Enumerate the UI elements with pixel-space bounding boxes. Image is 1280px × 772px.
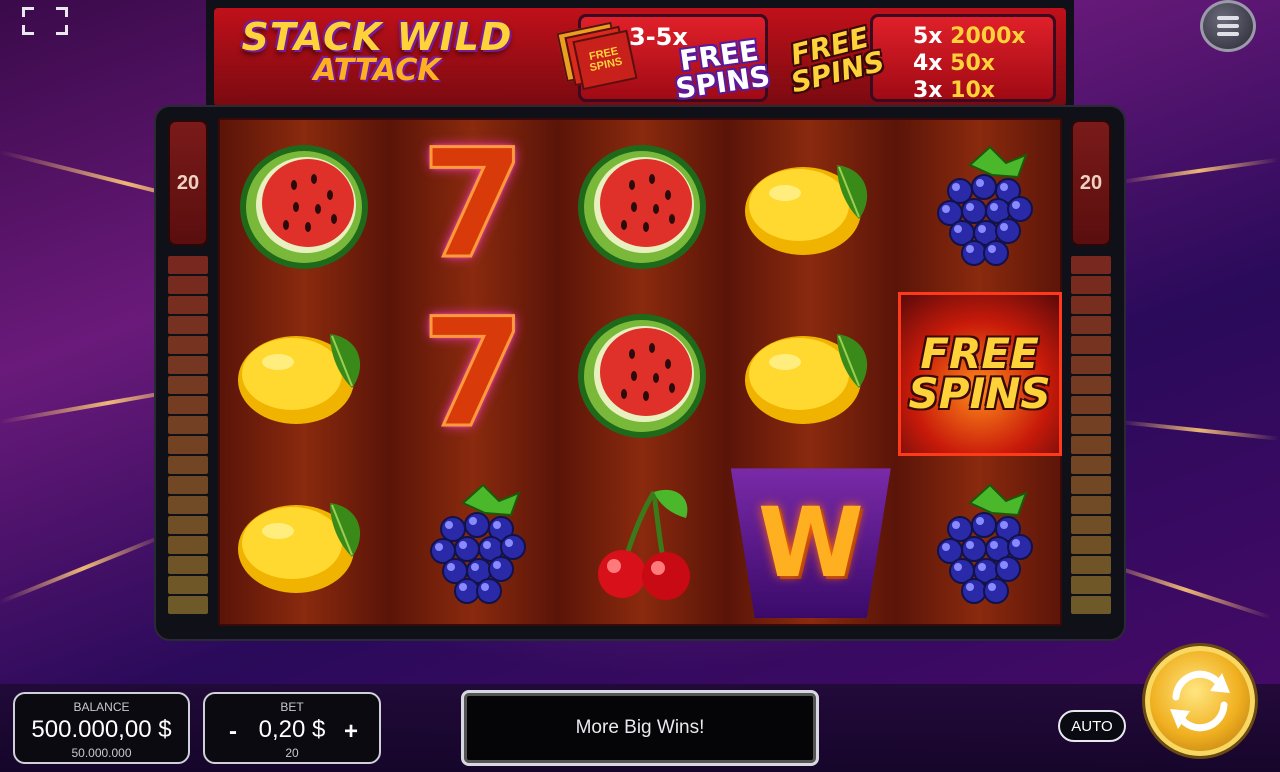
autoplay-button[interactable]: AUTO (1058, 710, 1126, 742)
payline-indicator (1071, 476, 1111, 494)
bet-caption: BET (280, 700, 304, 714)
payline-indicator (1071, 336, 1111, 354)
seven-glyph: 7 (420, 117, 527, 292)
logo-line-1: STACK WILD (241, 15, 513, 59)
symbol-watermelon (220, 120, 389, 289)
scatter-badge: FREE SPINS (787, 20, 888, 100)
payline-indicator (168, 436, 208, 454)
symbol-free-spins: FREE SPINS (895, 289, 1064, 458)
symbol-lemon (220, 459, 389, 628)
paytable-row: 4x 50x (913, 51, 995, 76)
payline-indicator (1071, 396, 1111, 414)
payline-indicator (168, 296, 208, 314)
free-spins-promo: FREE SPINS 3-5x FREE SPINS (556, 14, 772, 105)
payline-indicator (1071, 376, 1111, 394)
card-text: FREE SPINS (588, 45, 624, 75)
balance-panel: BALANCE 500.000,00 $ 50.000.000 (13, 692, 190, 764)
payline-indicator (1071, 296, 1111, 314)
fullscreen-icon[interactable] (22, 7, 68, 35)
message-display: More Big Wins! (461, 690, 819, 766)
balance-caption: BALANCE (73, 700, 130, 714)
payline-indicator (1071, 276, 1111, 294)
payline-indicator (1071, 256, 1111, 274)
menu-button[interactable] (1200, 0, 1256, 52)
payline-indicator (168, 496, 208, 514)
symbol-seven: 7 (389, 120, 558, 289)
bet-decrease-button[interactable]: - (221, 718, 245, 746)
reels-grid[interactable]: 7 7 FREE SPINS W (218, 118, 1062, 626)
symbol-seven: 7 (389, 289, 558, 458)
logo-line-2: ATTACK (313, 53, 441, 88)
payline-indicator (168, 476, 208, 494)
symbol-grapes (389, 459, 558, 628)
payline-indicator (168, 356, 208, 374)
symbol-grapes (895, 120, 1064, 289)
symbol-watermelon (558, 289, 727, 458)
payline-indicator (168, 576, 208, 594)
payline-indicator (1071, 576, 1111, 594)
symbol-lemon (726, 120, 895, 289)
paytable-list: 5x 2000x 4x 50x 3x 10x (913, 23, 1026, 104)
payline-indicator (168, 276, 208, 294)
payline-indicator (1071, 496, 1111, 514)
scatter-cards-icon: FREE SPINS (556, 21, 638, 91)
payline-indicator (168, 376, 208, 394)
paytable-row: 3x 10x (913, 78, 995, 103)
payline-indicator (168, 256, 208, 274)
right-payline-indicators (1071, 256, 1111, 626)
payline-indicator (168, 516, 208, 534)
symbol-grapes (895, 459, 1064, 628)
bet-lines: 20 (285, 746, 299, 760)
bet-increase-button[interactable]: + (339, 718, 363, 746)
payline-indicator (168, 536, 208, 554)
symbol-wild: W (726, 459, 895, 628)
symbol-lemon (726, 289, 895, 458)
payline-indicator (1071, 536, 1111, 554)
payline-indicator (168, 336, 208, 354)
payline-indicator (1071, 416, 1111, 434)
left-paylines-count: 20 (168, 120, 208, 246)
symbol-cherries (558, 459, 727, 628)
right-paylines-count: 20 (1071, 120, 1111, 246)
symbol-watermelon (558, 120, 727, 289)
scatter-paytable: FREE SPINS 5x 2000x 4x 50x 3x 10x (787, 14, 1056, 104)
payline-indicator (168, 316, 208, 334)
spin-button[interactable] (1145, 646, 1255, 756)
balance-sub: 50.000.000 (71, 746, 132, 760)
payline-indicator (1071, 516, 1111, 534)
payline-indicator (1071, 356, 1111, 374)
payline-indicator (168, 396, 208, 414)
free-spins-glyph: FREE SPINS (897, 291, 1062, 456)
payline-indicator (168, 416, 208, 434)
wild-glyph: W (730, 468, 891, 619)
payline-indicator (168, 556, 208, 574)
balance-amount: 500.000,00 $ (31, 716, 172, 743)
spin-arrows-icon (1170, 670, 1230, 732)
payline-indicator (1071, 316, 1111, 334)
game-logo: STACK WILD ATTACK (232, 18, 522, 86)
payline-indicator (1071, 456, 1111, 474)
paytable-row: 5x 2000x (913, 24, 1026, 49)
payline-indicator (168, 596, 208, 614)
payline-indicator (1071, 596, 1111, 614)
payline-indicator (168, 456, 208, 474)
bet-panel: BET 0,20 $ 20 - + (203, 692, 381, 764)
payline-indicator (1071, 436, 1111, 454)
game-header-banner: STACK WILD ATTACK FREE SPINS 3-5x FREE S… (206, 0, 1074, 114)
symbol-lemon (220, 289, 389, 458)
left-payline-indicators (168, 256, 208, 626)
seven-glyph: 7 (420, 286, 527, 461)
payline-indicator (1071, 556, 1111, 574)
